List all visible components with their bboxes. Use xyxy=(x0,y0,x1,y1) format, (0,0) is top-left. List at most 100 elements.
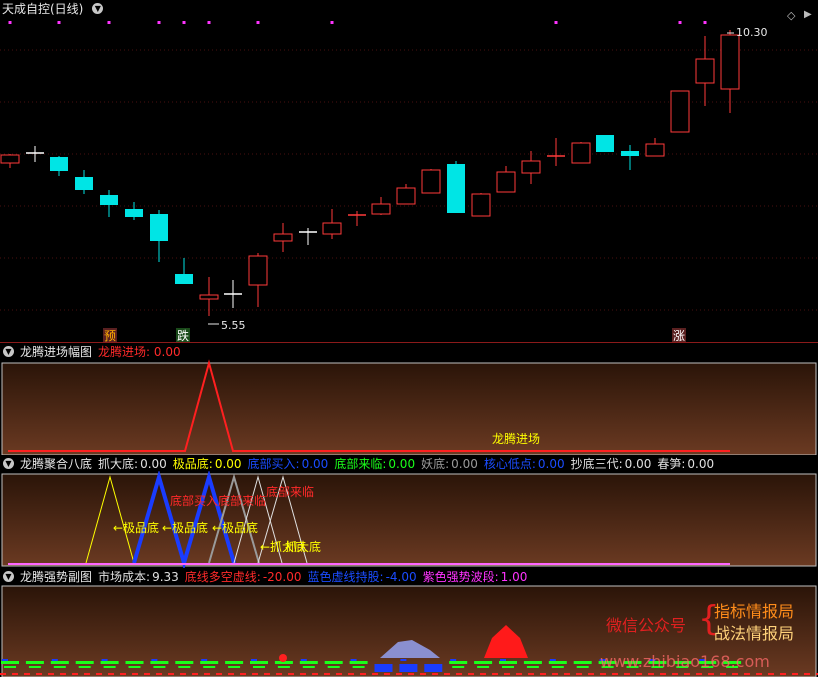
pane1-background xyxy=(1,362,817,455)
pane3-indicator: 紫色强势波段: 1.00 xyxy=(423,568,528,585)
signal-dot xyxy=(182,21,186,24)
pane3-mark xyxy=(374,664,393,672)
pane2-background xyxy=(1,473,817,567)
pane2-indicators: 抓大底: 0.00 极品底: 0.00 底部买入: 0.00 底部来临: 0.00 妖底: 0.0… xyxy=(98,455,714,472)
candle xyxy=(248,253,268,307)
signal-dot xyxy=(207,21,211,24)
candle xyxy=(720,30,740,113)
candle xyxy=(521,151,541,184)
pane3-header: ▼ 龙腾强势副图 市场成本: 9.33 底线多空虚线: -20.00 蓝色虚线持股: -4… xyxy=(0,568,818,584)
pane2-indicator-label: 抓大底: xyxy=(98,456,139,471)
signal-dot xyxy=(157,21,161,24)
pane2-indicator-label: 底部买入: xyxy=(247,456,300,471)
chevron-down-icon[interactable]: ▼ xyxy=(3,570,14,582)
pane3-title: 龙腾强势副图 xyxy=(20,569,93,584)
dibu-lailin-label-2: 底部来临 xyxy=(266,484,314,499)
candle xyxy=(447,161,465,213)
candle xyxy=(175,258,193,284)
pane3-mark xyxy=(424,664,443,672)
pane1-chart[interactable]: 龙腾进场 xyxy=(0,359,818,455)
pane3-indicator-value: 1.00 xyxy=(500,569,528,584)
signal-dot xyxy=(554,21,558,24)
pane2-indicator: 底部买入: 0.00 xyxy=(248,455,329,472)
candle xyxy=(670,90,690,133)
main-grid xyxy=(0,49,818,311)
signal-yu: 预 xyxy=(104,329,116,343)
zhuadadi-label-2: 抓大底 xyxy=(285,539,321,554)
pane2-indicator-value: 0.00 xyxy=(624,456,652,471)
candle xyxy=(0,154,20,168)
candle xyxy=(348,211,366,226)
high-price-label: 10.30 xyxy=(736,26,768,39)
candle xyxy=(596,135,614,152)
red-marker xyxy=(279,654,287,662)
candle xyxy=(150,210,168,262)
watermark-line1: 指标情报局 xyxy=(714,602,795,621)
candle xyxy=(371,197,391,215)
pane3-indicator: 底线多空虚线: -20.00 xyxy=(185,568,302,585)
watermark-line2: 战法情报局 xyxy=(714,624,795,643)
pane2-indicator-value: 0.00 xyxy=(537,456,565,471)
pane3-indicator-label: 紫色强势波段: xyxy=(422,569,499,584)
pane3-indicator-label: 底线多空虚线: xyxy=(184,569,261,584)
candle xyxy=(273,223,293,252)
candle xyxy=(75,170,93,194)
pane2-indicator: 核心低点: 0.00 xyxy=(484,455,565,472)
main-chart-header: 天成自控(日线) ▼ xyxy=(0,0,818,16)
candlestick-chart[interactable]: 10.30 5.55 预 跌 涨 xyxy=(0,16,818,343)
pane2-indicator-label: 抄底三代: xyxy=(570,456,623,471)
pane1-header: ▼ 龙腾进场幅图 龙腾进场: 0.00 xyxy=(0,343,818,359)
chevron-down-icon[interactable]: ▼ xyxy=(3,345,14,357)
pane2-title: 龙腾聚合八底 xyxy=(20,456,93,471)
candle xyxy=(547,138,565,166)
pane3-indicator: 蓝色虚线持股: -4.00 xyxy=(308,568,417,585)
pane2-indicator-label: 极品底: xyxy=(172,456,213,471)
signal-dot xyxy=(57,21,61,24)
candle xyxy=(695,36,715,106)
jipin-label-3: ←极品底 xyxy=(212,520,258,535)
pane1-indicator-value: 0.00 xyxy=(153,344,181,359)
signal-dot xyxy=(678,21,682,24)
pane2-indicator-label: 妖底: xyxy=(421,456,450,471)
signal-dot xyxy=(330,21,334,24)
pane2-indicator-label: 核心低点: xyxy=(483,456,536,471)
candle xyxy=(471,193,491,217)
candles xyxy=(0,30,740,316)
pane3-indicator-value: -20.00 xyxy=(262,569,302,584)
candle xyxy=(421,169,441,194)
low-price-label: 5.55 xyxy=(221,319,246,332)
candle xyxy=(621,145,639,170)
candle xyxy=(199,277,219,316)
signal-dot xyxy=(8,21,12,24)
pane3-indicators: 市场成本: 9.33 底线多空虚线: -20.00 蓝色虚线持股: -4.00 紫色强势波段… xyxy=(98,568,527,585)
watermark-url: www.zhibiao168.com xyxy=(600,652,770,671)
chevron-down-icon[interactable]: ▼ xyxy=(3,457,14,469)
candle xyxy=(645,138,665,157)
pane3-indicator-label: 蓝色虚线持股: xyxy=(307,569,384,584)
candle xyxy=(299,228,317,245)
pane2-indicator-value: 0.00 xyxy=(301,456,329,471)
candle xyxy=(224,280,242,308)
signal-dot xyxy=(107,21,111,24)
pane2-header: ▼ 龙腾聚合八底 抓大底: 0.00 极品底: 0.00 底部买入: 0.00 底部来临: 0… xyxy=(0,455,818,471)
pane2-indicator: 底部来临: 0.00 xyxy=(334,455,415,472)
pane3-indicator-value: 9.33 xyxy=(152,569,179,584)
pane2-indicator: 抄底三代: 0.00 xyxy=(571,455,652,472)
pane3-indicator-label: 市场成本: xyxy=(98,569,151,584)
candle xyxy=(396,184,416,205)
pane2-indicator-label: 春笋: xyxy=(657,456,686,471)
pane1-indicator: 龙腾进场: 0.00 xyxy=(98,343,181,360)
candle xyxy=(571,142,591,164)
pane2-indicator-value: 0.00 xyxy=(687,456,715,471)
signal-dot xyxy=(256,21,260,24)
pane2-indicator-value: 0.00 xyxy=(214,456,242,471)
pane2-indicator: 抓大底: 0.00 xyxy=(98,455,167,472)
watermark-lines: 指标情报局 战法情报局 xyxy=(714,601,794,645)
signal-dot xyxy=(703,21,707,24)
pane2-chart[interactable]: ←极品底 ←极品底 ←极品底 底部买入 底部来临 底部来临 ←抓大底 抓大底 xyxy=(0,471,818,568)
jipin-label-1: ←极品底 xyxy=(113,520,159,535)
dibu-mairu-label: 底部买入 xyxy=(170,493,218,508)
candle xyxy=(125,202,143,220)
chevron-down-icon[interactable]: ▼ xyxy=(92,2,104,14)
pane2-indicator-value: 0.00 xyxy=(451,456,478,471)
